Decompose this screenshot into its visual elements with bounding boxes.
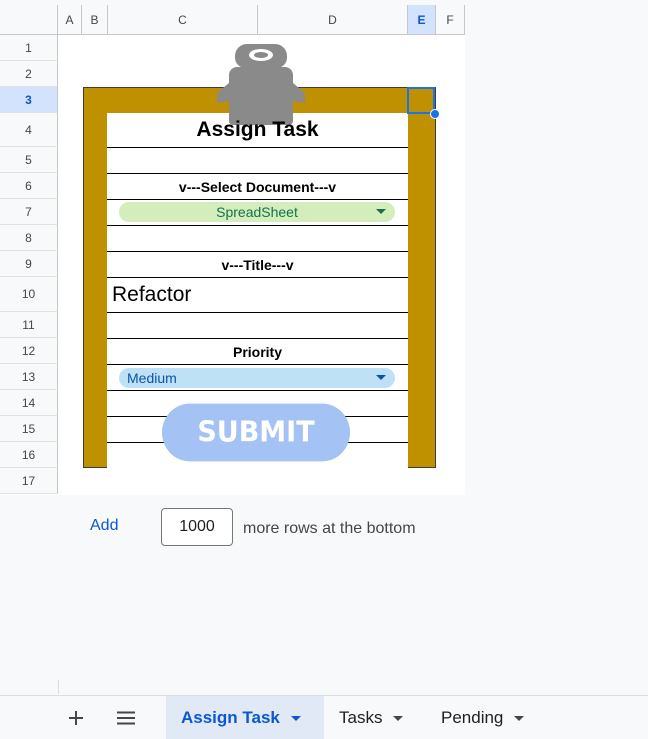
row-header-10[interactable]: 10	[0, 277, 58, 312]
row-divider	[107, 277, 408, 278]
row-divider	[107, 251, 408, 252]
row-header-13[interactable]: 13	[0, 364, 58, 390]
document-dropdown-value: SpreadSheet	[216, 204, 298, 220]
row-header-4[interactable]: 4	[0, 113, 58, 147]
row-header-3[interactable]: 3	[0, 87, 58, 113]
priority-label: Priority	[232, 344, 282, 360]
fill-handle[interactable]	[430, 109, 440, 119]
column-header-a[interactable]: A	[58, 5, 82, 35]
spreadsheet-window: A B C D E F 1 2 3 4 5 6 7 8 9 10 11 12 1…	[0, 0, 648, 739]
row-divider	[107, 338, 408, 339]
row-header-9[interactable]: 9	[0, 251, 58, 277]
tab-label: Pending	[441, 708, 504, 727]
tab-label: Tasks	[339, 708, 383, 727]
clipboard-clip-icon	[217, 44, 305, 125]
tab-assign-task[interactable]: Assign Task	[166, 696, 324, 739]
row-divider	[107, 390, 408, 391]
chevron-down-icon	[514, 715, 525, 721]
form-title: Assign Task	[196, 118, 319, 141]
add-rows-suffix: more rows at the bottom	[243, 520, 416, 537]
column-header-e[interactable]: E	[408, 5, 436, 35]
row-header-2[interactable]: 2	[0, 61, 58, 87]
add-sheet-button[interactable]	[62, 696, 90, 739]
chevron-down-icon	[376, 375, 386, 380]
select-all-corner[interactable]	[0, 5, 58, 35]
column-header-c[interactable]: C	[108, 5, 258, 35]
document-label: v---Select Document---v	[178, 179, 337, 195]
row-header-17[interactable]: 17	[0, 468, 58, 494]
row-divider	[107, 147, 408, 148]
row-divider	[107, 199, 408, 200]
chevron-down-icon	[393, 715, 404, 721]
column-header-f[interactable]: F	[436, 5, 465, 35]
horizontal-scrollbar[interactable]	[58, 680, 648, 694]
row-header-14[interactable]: 14	[0, 390, 58, 416]
add-rows-count-input[interactable]	[161, 508, 233, 546]
row-header-7[interactable]: 7	[0, 199, 58, 225]
all-sheets-button[interactable]	[112, 696, 140, 739]
row-divider	[107, 225, 408, 226]
row-header-16[interactable]: 16	[0, 442, 58, 468]
submit-button[interactable]: SUBMIT	[162, 403, 350, 462]
row-header-5[interactable]: 5	[0, 147, 58, 173]
priority-dropdown-value: Medium	[127, 370, 177, 386]
tab-tasks[interactable]: Tasks	[324, 696, 422, 739]
row-header-8[interactable]: 8	[0, 225, 58, 251]
column-header-b[interactable]: B	[82, 5, 108, 35]
all-sheets-menu-icon	[117, 711, 135, 725]
row-divider	[107, 312, 408, 313]
row-header-15[interactable]: 15	[0, 416, 58, 442]
row-header-6[interactable]: 6	[0, 173, 58, 199]
tab-pending[interactable]: Pending	[426, 696, 548, 739]
title-label: v---Title---v	[221, 257, 294, 273]
tab-label: Assign Task	[181, 708, 280, 727]
row-divider	[107, 173, 408, 174]
add-sheet-icon	[69, 711, 83, 725]
row-header-12[interactable]: 12	[0, 338, 58, 364]
sheet-tab-bar: Assign Task Tasks Pending	[0, 695, 648, 739]
row-header-1[interactable]: 1	[0, 35, 58, 61]
column-header-d[interactable]: D	[258, 5, 408, 35]
priority-dropdown[interactable]: Medium	[119, 368, 395, 388]
document-dropdown[interactable]: SpreadSheet	[119, 202, 395, 222]
title-value-cell[interactable]: Refactor	[112, 283, 191, 307]
row-header-11[interactable]: 11	[0, 312, 58, 338]
chevron-down-icon	[376, 209, 386, 214]
chevron-down-icon	[290, 715, 301, 721]
row-divider	[107, 364, 408, 365]
add-rows-link[interactable]: Add	[90, 517, 118, 535]
